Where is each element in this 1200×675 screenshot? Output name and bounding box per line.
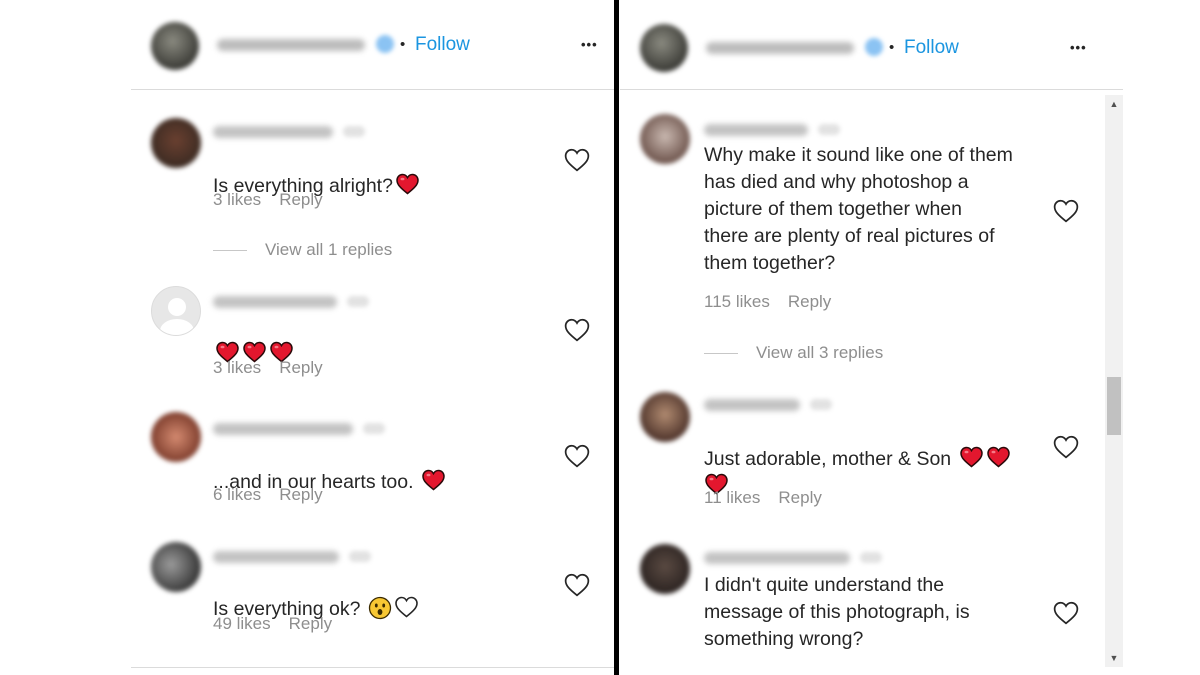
red-heart-emoji-icon xyxy=(986,446,1011,468)
follow-button[interactable]: Follow xyxy=(415,34,470,56)
like-count[interactable]: 3 likes xyxy=(213,358,261,377)
comment-text: Why make it sound like one of them has d… xyxy=(704,144,1013,274)
commenter-avatar[interactable] xyxy=(151,412,201,462)
like-heart-icon[interactable] xyxy=(1053,435,1079,459)
comment-meta: 11 likes Reply xyxy=(704,488,840,508)
comment-meta: 3 likes Reply xyxy=(213,190,341,210)
comment-item: Is everything ok? 49 likes Reply xyxy=(131,538,615,648)
separator-dot: • xyxy=(889,39,895,56)
scroll-up-arrow-icon[interactable]: ▲ xyxy=(1105,95,1123,113)
right-post-panel: • Follow ••• Why make it sound like one … xyxy=(620,0,1123,675)
commenter-username[interactable] xyxy=(704,399,800,411)
like-heart-icon[interactable] xyxy=(564,148,590,172)
commenter-username[interactable] xyxy=(213,551,339,563)
comment-timestamp xyxy=(363,423,385,434)
post-header: • Follow ••• xyxy=(620,0,1123,90)
author-avatar[interactable] xyxy=(151,22,199,70)
reply-button[interactable]: Reply xyxy=(778,488,821,507)
reply-button[interactable]: Reply xyxy=(788,292,831,311)
scroll-down-arrow-icon[interactable]: ▼ xyxy=(1105,649,1123,667)
replies-line xyxy=(704,353,738,355)
comment-item: ...and in our hearts too. 6 likes Reply xyxy=(131,410,615,520)
post-header: • Follow ••• xyxy=(131,0,615,90)
comment-meta: 115 likes Reply xyxy=(704,292,849,312)
panel-bottom-border xyxy=(131,667,615,668)
author-username[interactable] xyxy=(706,42,854,54)
screenshot-collage: • Follow ••• Is everything alright? 3 li… xyxy=(0,0,1200,675)
commenter-avatar[interactable] xyxy=(640,544,690,594)
commenter-username[interactable] xyxy=(704,552,850,564)
commenter-avatar[interactable] xyxy=(151,542,201,592)
comment-item: Why make it sound like one of them has d… xyxy=(620,112,1103,372)
view-replies-button[interactable]: View all 3 replies xyxy=(704,343,883,363)
author-avatar[interactable] xyxy=(640,24,688,72)
commenter-avatar[interactable] xyxy=(640,392,690,442)
comment-timestamp xyxy=(343,126,365,137)
comment-text: I didn't quite understand the message of… xyxy=(704,574,970,650)
separator-dot: • xyxy=(400,36,406,53)
comment-item: 3 likes Reply xyxy=(131,282,615,392)
like-count[interactable]: 3 likes xyxy=(213,190,261,209)
left-post-panel: • Follow ••• Is everything alright? 3 li… xyxy=(131,0,615,675)
like-heart-icon[interactable] xyxy=(1053,601,1079,625)
author-username[interactable] xyxy=(217,39,365,51)
comment-item: I didn't quite understand the message of… xyxy=(620,542,1103,672)
commenter-username[interactable] xyxy=(704,124,808,136)
verified-badge-icon xyxy=(376,35,394,53)
comment-item: Just adorable, mother & Son 11 likes Repl… xyxy=(620,390,1103,520)
center-divider xyxy=(614,0,619,675)
like-heart-icon[interactable] xyxy=(564,573,590,597)
hushed-face-emoji-icon xyxy=(368,596,392,620)
follow-button[interactable]: Follow xyxy=(904,37,959,59)
comment-timestamp xyxy=(818,124,840,135)
comment-timestamp xyxy=(810,399,832,410)
reply-button[interactable]: Reply xyxy=(279,358,322,377)
comment-meta: 6 likes Reply xyxy=(213,485,341,505)
like-heart-icon[interactable] xyxy=(564,318,590,342)
like-count[interactable]: 115 likes xyxy=(704,292,770,311)
comment-timestamp xyxy=(349,551,371,562)
more-options-button[interactable]: ••• xyxy=(581,38,598,51)
like-heart-icon[interactable] xyxy=(564,444,590,468)
commenter-username[interactable] xyxy=(213,423,353,435)
reply-button[interactable]: Reply xyxy=(289,614,332,633)
view-replies-button[interactable]: View all 1 replies xyxy=(213,240,392,260)
reply-button[interactable]: Reply xyxy=(279,190,322,209)
replies-line xyxy=(213,250,247,252)
comment-meta: 3 likes Reply xyxy=(213,358,341,378)
commenter-username[interactable] xyxy=(213,296,337,308)
commenter-avatar[interactable] xyxy=(151,118,201,168)
commenter-avatar[interactable] xyxy=(640,114,690,164)
default-avatar-icon[interactable] xyxy=(151,286,201,336)
red-heart-emoji-icon xyxy=(421,469,446,491)
commenter-username[interactable] xyxy=(213,126,333,138)
red-heart-emoji-icon xyxy=(959,446,984,468)
comment-item: Is everything alright? 3 likes Reply View… xyxy=(131,112,615,272)
like-count[interactable]: 49 likes xyxy=(213,614,271,633)
like-count[interactable]: 11 likes xyxy=(704,488,760,507)
comments-scrollbar[interactable]: ▲ ▼ xyxy=(1105,95,1123,667)
comment-timestamp xyxy=(860,552,882,563)
more-options-button[interactable]: ••• xyxy=(1070,41,1087,54)
comment-timestamp xyxy=(347,296,369,307)
white-heart-emoji-icon xyxy=(394,596,419,618)
comment-meta: 49 likes Reply xyxy=(213,614,350,634)
scrollbar-thumb[interactable] xyxy=(1107,377,1121,435)
red-heart-emoji-icon xyxy=(395,173,420,195)
like-count[interactable]: 6 likes xyxy=(213,485,261,504)
reply-button[interactable]: Reply xyxy=(279,485,322,504)
like-heart-icon[interactable] xyxy=(1053,199,1079,223)
verified-badge-icon xyxy=(865,38,883,56)
